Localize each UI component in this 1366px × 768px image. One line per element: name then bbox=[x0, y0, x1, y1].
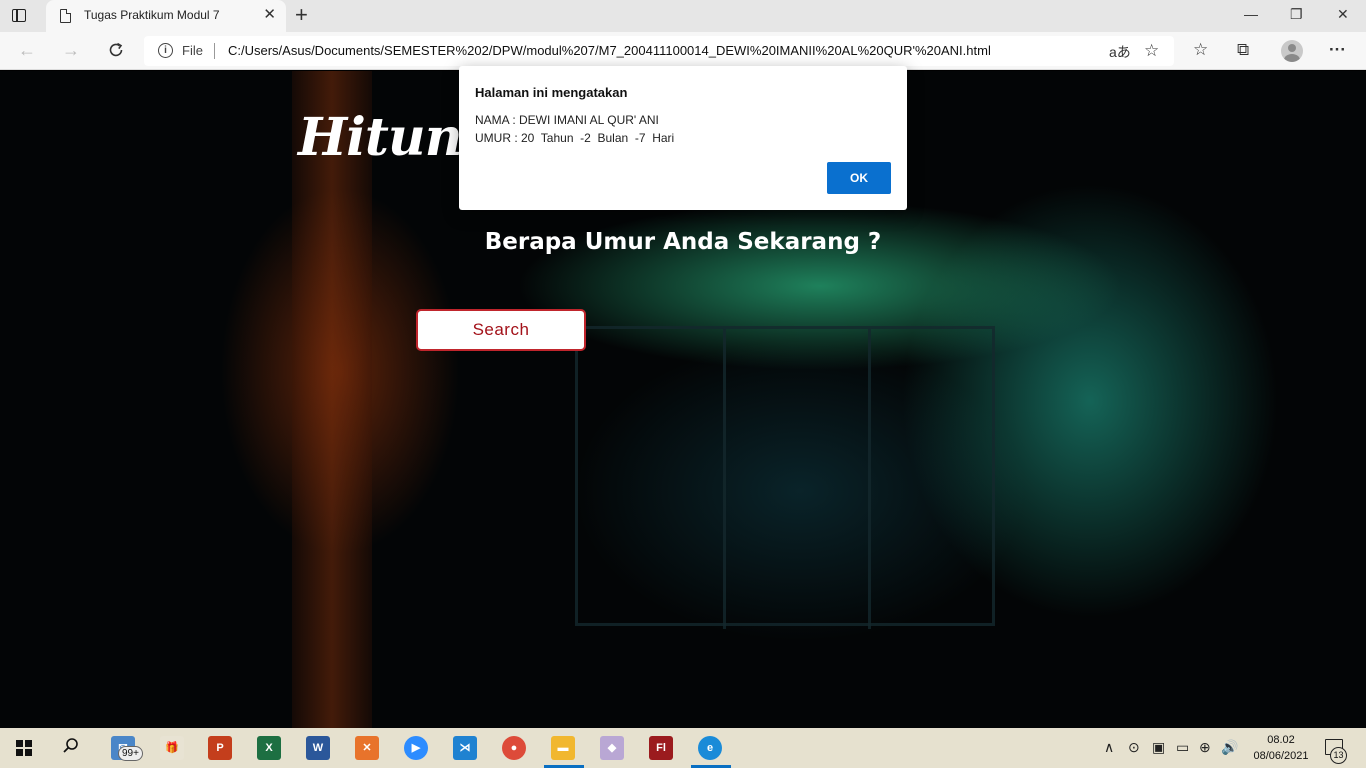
minimize-button[interactable]: — bbox=[1244, 6, 1258, 22]
volume-icon[interactable]: 🔊 bbox=[1221, 739, 1238, 755]
tab-close-icon[interactable]: ✕ bbox=[263, 7, 276, 23]
network-icon[interactable]: ⊕ bbox=[1199, 739, 1211, 755]
search-button[interactable]: Search bbox=[416, 309, 586, 351]
scheme-label: File bbox=[182, 43, 203, 58]
settings-menu-icon[interactable]: ··· bbox=[1329, 40, 1346, 60]
mail-badge: 99+ bbox=[118, 746, 143, 761]
add-favorite-icon[interactable]: ☆ bbox=[1144, 41, 1159, 61]
taskbar: ✉ 99+ 🎁 P X W ✕ ▶ ⋊ ● ▬ ◆ Fl e ∧ ⊙ ▣ ▭ ⊕… bbox=[0, 728, 1366, 768]
page-subtitle: Berapa Umur Anda Sekarang ? bbox=[484, 229, 882, 255]
notification-count: 13 bbox=[1330, 747, 1347, 764]
file-explorer-icon[interactable]: ▬ bbox=[551, 736, 575, 760]
start-icon[interactable] bbox=[16, 740, 32, 756]
excel-icon[interactable]: X bbox=[257, 736, 281, 760]
alert-dialog: Halaman ini mengatakan NAMA : DEWI IMANI… bbox=[459, 66, 907, 210]
back-button[interactable]: ← bbox=[18, 41, 36, 59]
favorites-icon[interactable]: ☆ bbox=[1193, 40, 1208, 60]
zoom-icon[interactable]: ▶ bbox=[404, 736, 428, 760]
close-window-button[interactable]: ✕ bbox=[1337, 6, 1349, 23]
meet-now-icon[interactable]: ⊙ bbox=[1128, 739, 1140, 755]
new-tab-button[interactable]: + bbox=[295, 3, 308, 27]
address-toolbar: ← → i File C:/Users/Asus/Documents/SEMES… bbox=[0, 32, 1366, 70]
ok-button[interactable]: OK bbox=[827, 162, 891, 194]
reload-icon[interactable] bbox=[107, 41, 125, 59]
tray-chevron-icon[interactable]: ∧ bbox=[1104, 739, 1114, 755]
read-aloud-icon[interactable]: aあ bbox=[1109, 42, 1131, 62]
tab-strip: Tugas Praktikum Modul 7 ✕ + — ❐ ✕ bbox=[0, 0, 1366, 32]
tab-title: Tugas Praktikum Modul 7 bbox=[84, 8, 220, 22]
xampp-icon[interactable]: ✕ bbox=[355, 736, 379, 760]
tab-actions-icon[interactable] bbox=[10, 7, 30, 25]
restore-button[interactable]: ❐ bbox=[1290, 6, 1303, 23]
url-text[interactable]: C:/Users/Asus/Documents/SEMESTER%202/DPW… bbox=[228, 43, 991, 58]
powerpoint-icon[interactable]: P bbox=[208, 736, 232, 760]
collections-icon[interactable]: ⧉ bbox=[1237, 40, 1249, 60]
security-icon[interactable]: ▣ bbox=[1152, 739, 1165, 755]
forward-button[interactable]: → bbox=[62, 41, 80, 59]
vscode-icon[interactable]: ⋊ bbox=[453, 736, 477, 760]
clock-date: 08/06/2021 bbox=[1253, 750, 1309, 762]
dialog-name-line: NAMA : DEWI IMANI AL QUR' ANI bbox=[475, 113, 659, 127]
paint-icon[interactable]: ◆ bbox=[600, 736, 624, 760]
profile-avatar[interactable] bbox=[1281, 40, 1303, 62]
edge-icon[interactable]: e bbox=[698, 736, 722, 760]
chrome-icon[interactable]: ● bbox=[502, 736, 526, 760]
clock[interactable]: 08.02 08/06/2021 bbox=[1248, 732, 1314, 764]
browser-tab[interactable]: Tugas Praktikum Modul 7 ✕ bbox=[46, 0, 286, 32]
search-icon[interactable] bbox=[62, 737, 80, 755]
background-pillar bbox=[292, 71, 372, 728]
info-icon[interactable]: i bbox=[158, 43, 173, 58]
background-window bbox=[575, 326, 995, 629]
address-bar[interactable]: i File C:/Users/Asus/Documents/SEMESTER%… bbox=[144, 36, 1174, 66]
address-divider bbox=[214, 43, 215, 59]
gift-icon[interactable]: 🎁 bbox=[160, 736, 184, 760]
flash-icon[interactable]: Fl bbox=[649, 736, 673, 760]
page-icon bbox=[60, 9, 71, 23]
dialog-age-line: UMUR : 20 Tahun -2 Bulan -7 Hari bbox=[475, 131, 675, 145]
word-icon[interactable]: W bbox=[306, 736, 330, 760]
dialog-heading: Halaman ini mengatakan bbox=[475, 85, 628, 100]
clock-time: 08.02 bbox=[1267, 734, 1295, 746]
battery-icon[interactable]: ▭ bbox=[1176, 739, 1189, 755]
